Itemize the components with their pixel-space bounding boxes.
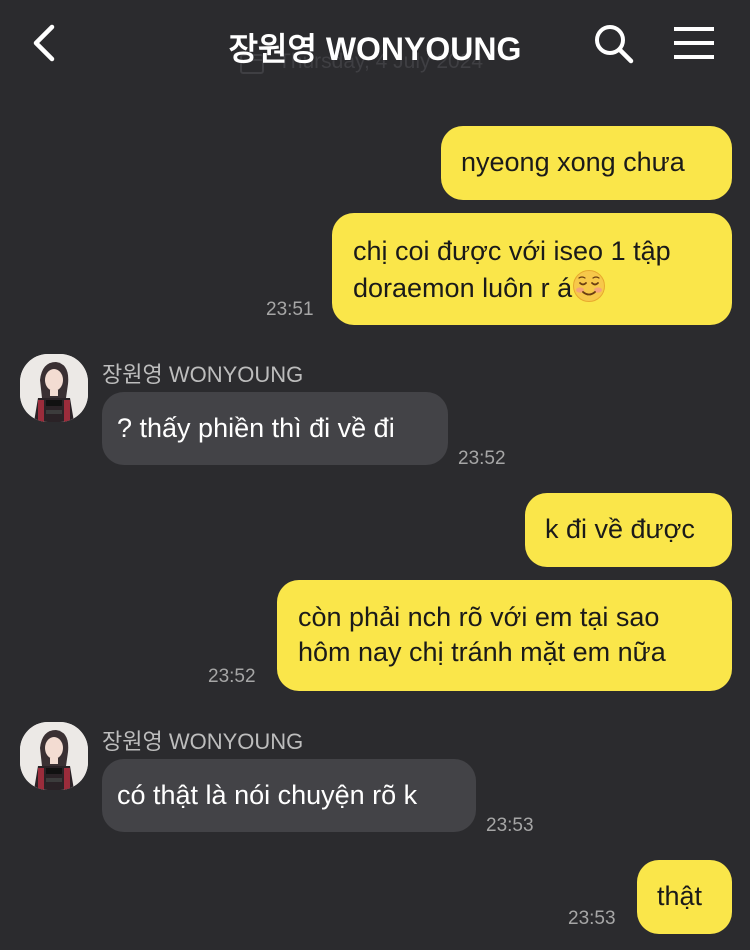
contact-avatar[interactable]: [20, 722, 88, 790]
message-time: 23:52: [458, 448, 506, 469]
sender-name: 장원영 WONYOUNG: [102, 362, 304, 387]
message-text: thật: [657, 881, 703, 911]
smiling-face-emoji: [573, 270, 606, 302]
message-text-line: doraemon luôn r á: [353, 269, 606, 306]
sender-name: 장원영 WONYOUNG: [102, 729, 304, 754]
message-text: còn phải nch rõ với em tại sao: [298, 602, 660, 632]
avatar-photo: [20, 722, 88, 790]
chat-title: 장원영 WONYOUNG: [228, 31, 522, 67]
chat-header: Thursday, 4 July 2024 장원영 WONYOUNG: [0, 0, 750, 90]
message-bubble-incoming[interactable]: ? thấy phiền thì đi về đi: [102, 392, 448, 465]
message-bubble-outgoing[interactable]: còn phải nch rõ với em tại sao hôm nay c…: [277, 580, 732, 691]
message-time: 23:52: [208, 666, 256, 687]
message-bubble-outgoing[interactable]: chị coi được với iseo 1 tập doraemon luô…: [332, 213, 732, 325]
message-text: nyeong xong chưa: [461, 147, 685, 177]
message-text: chị coi được với iseo 1 tập: [353, 236, 671, 266]
message-bubble-incoming[interactable]: có thật là nói chuyện rõ k: [102, 759, 476, 832]
message-text: k đi về được: [545, 514, 695, 544]
contact-avatar[interactable]: [20, 354, 88, 422]
message-time: 23:53: [568, 908, 616, 929]
message-text: có thật là nói chuyện rõ k: [117, 780, 418, 810]
message-time: 23:51: [266, 299, 314, 320]
avatar-photo: [20, 354, 88, 422]
search-icon[interactable]: [592, 22, 634, 64]
message-time: 23:53: [486, 815, 534, 836]
message-bubble-outgoing[interactable]: nyeong xong chưa: [441, 126, 732, 200]
message-text: hôm nay chị tránh mặt em nữa: [298, 637, 666, 667]
message-text: ? thấy phiền thì đi về đi: [117, 413, 395, 443]
hamburger-menu-icon[interactable]: [672, 24, 716, 62]
message-bubble-outgoing[interactable]: thật: [637, 860, 732, 934]
message-bubble-outgoing[interactable]: k đi về được: [525, 493, 732, 567]
